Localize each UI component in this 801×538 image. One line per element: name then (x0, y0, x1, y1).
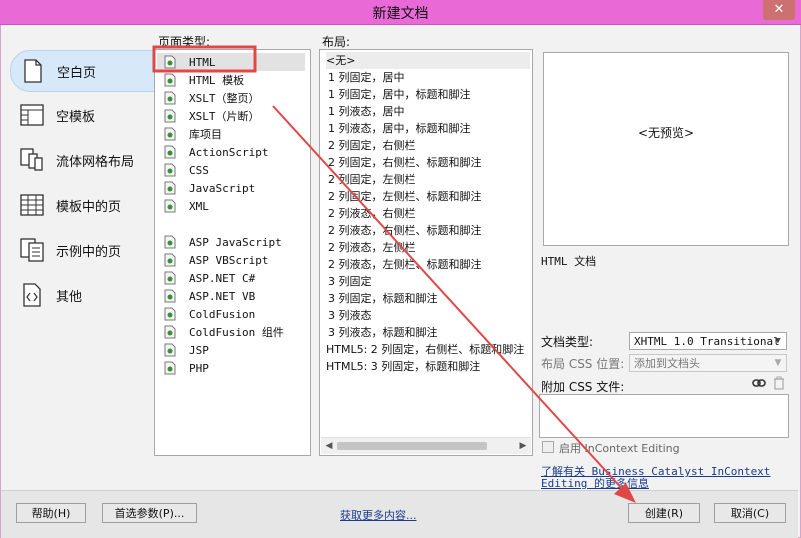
annotation-overlay (152, 45, 636, 503)
annotation-arrowhead (614, 483, 636, 503)
annotation-arrow-line (272, 105, 626, 493)
highlight-box (152, 45, 257, 73)
